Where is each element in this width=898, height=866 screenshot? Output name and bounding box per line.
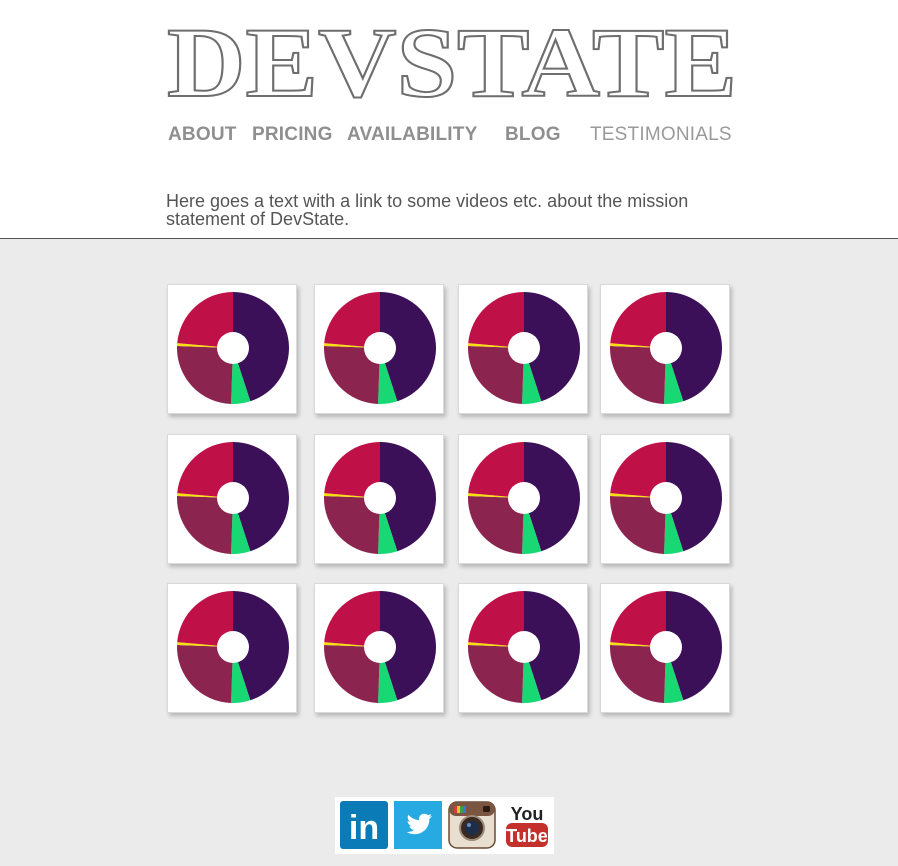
instagram-icon[interactable] (448, 801, 496, 849)
ring-chart (467, 292, 580, 405)
mission-statement[interactable]: Here goes a text with a link to some vid… (166, 192, 766, 228)
ring-hole (364, 482, 396, 514)
twitter-icon[interactable] (394, 801, 442, 849)
developer-tile[interactable] (458, 284, 588, 414)
developer-tile[interactable] (314, 284, 444, 414)
ring-chart (323, 442, 436, 555)
developer-tile[interactable] (167, 284, 297, 414)
ring-hole (217, 332, 249, 364)
developer-tile[interactable] (600, 284, 730, 414)
ring-hole (508, 482, 540, 514)
ring-chart (176, 591, 289, 704)
developer-tile[interactable] (600, 583, 730, 713)
ring-hole (650, 332, 682, 364)
linkedin-icon[interactable]: in (340, 801, 388, 849)
ring-chart (176, 442, 289, 555)
ring-chart (467, 591, 580, 704)
social-links: in You Tube (335, 797, 554, 854)
ring-chart (609, 591, 722, 704)
ring-hole (217, 631, 249, 663)
svg-text:Tube: Tube (506, 826, 548, 846)
ring-chart (467, 442, 580, 555)
ring-chart (176, 292, 289, 405)
developer-tile[interactable] (314, 434, 444, 564)
ring-hole (217, 482, 249, 514)
ring-chart (609, 292, 722, 405)
nav-availability[interactable]: AVAILABILITY (347, 124, 477, 146)
developer-tile[interactable] (458, 583, 588, 713)
developer-tile[interactable] (458, 434, 588, 564)
ring-hole (508, 631, 540, 663)
logo-text: DEVSTATE (167, 10, 737, 102)
ring-hole (508, 332, 540, 364)
nav-blog[interactable]: BLOG (505, 124, 561, 146)
ring-hole (364, 332, 396, 364)
nav-pricing[interactable]: PRICING (252, 124, 333, 146)
youtube-icon[interactable]: You Tube (502, 801, 552, 849)
ring-chart (323, 591, 436, 704)
nav-testimonials[interactable]: TESTIMONIALS (590, 124, 732, 146)
ring-chart (609, 442, 722, 555)
svg-text:in: in (349, 809, 379, 847)
site-header: DEVSTATE ABOUT PRICING AVAILABILITY BLOG… (0, 0, 898, 239)
nav-about[interactable]: ABOUT (168, 124, 237, 146)
developer-tile[interactable] (314, 583, 444, 713)
developer-tile[interactable] (167, 583, 297, 713)
ring-hole (650, 482, 682, 514)
developer-tile[interactable] (167, 434, 297, 564)
developer-tile[interactable] (600, 434, 730, 564)
ring-hole (364, 631, 396, 663)
ring-hole (650, 631, 682, 663)
ring-chart (323, 292, 436, 405)
devstate-logo[interactable]: DEVSTATE (165, 10, 740, 102)
svg-text:You: You (511, 804, 544, 824)
